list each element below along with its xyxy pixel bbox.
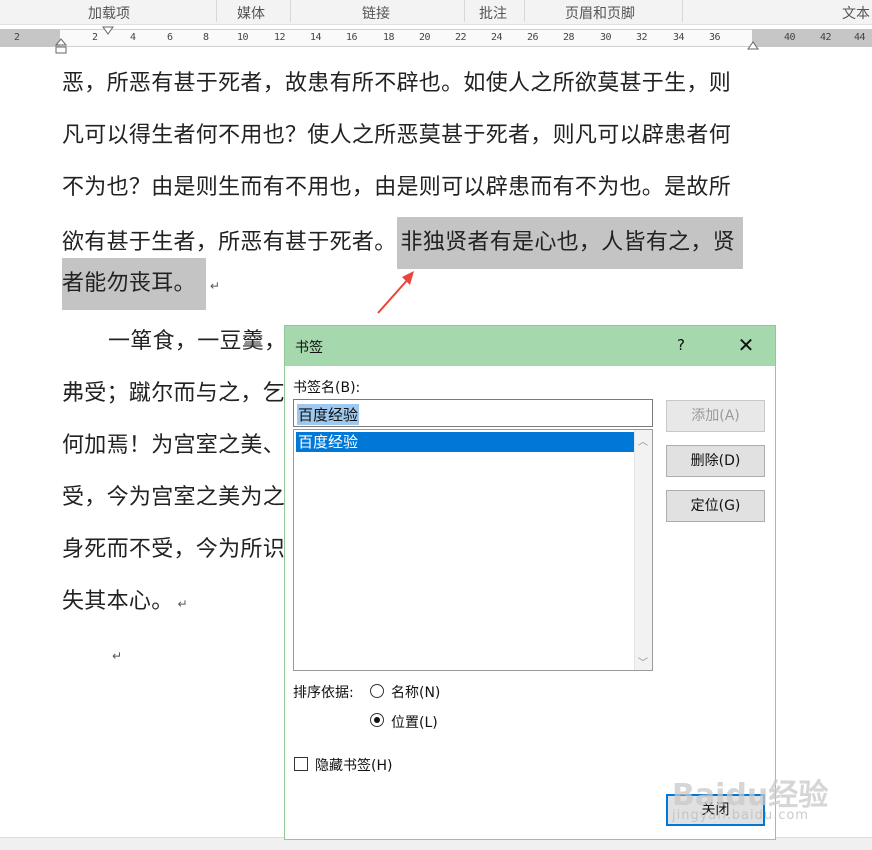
ruler-tick: 14 bbox=[310, 32, 322, 43]
bookmark-name-value: 百度经验 bbox=[297, 404, 360, 425]
sort-by-name-radio[interactable] bbox=[370, 684, 384, 698]
hidden-bookmarks-label[interactable]: 隐藏书签(H) bbox=[315, 755, 392, 775]
ruler-tick: 18 bbox=[383, 32, 395, 43]
bookmark-name-label: 书签名(B): bbox=[293, 380, 361, 396]
scroll-down-icon[interactable]: ﹀ bbox=[638, 654, 648, 669]
goto-button[interactable]: 定位(G) bbox=[666, 490, 765, 522]
horizontal-ruler[interactable]: 2 2 4 6 8 10 12 14 16 18 20 22 24 26 28 … bbox=[0, 25, 872, 57]
ribbon-group-comments: 批注 bbox=[479, 6, 507, 22]
ruler-tick: 24 bbox=[491, 32, 503, 43]
ribbon-group-header-footer: 页眉和页脚 bbox=[565, 6, 635, 22]
text-line: 弗受；蹴尔而与之，乞 bbox=[62, 381, 286, 406]
sort-by-location-radio[interactable] bbox=[370, 713, 384, 727]
dialog-title: 书签 bbox=[295, 340, 323, 356]
text-line: 者能勿丧耳。 ↵ bbox=[62, 258, 220, 310]
ruler-tick: 12 bbox=[274, 32, 286, 43]
bookmark-list[interactable]: 百度经验 ︿ ﹀ bbox=[293, 429, 653, 671]
ruler-tick: 40 bbox=[784, 32, 796, 43]
ribbon-group-media: 媒体 bbox=[237, 6, 265, 22]
ribbon-group-links: 链接 bbox=[362, 6, 390, 22]
list-scrollbar[interactable]: ︿ ﹀ bbox=[634, 430, 652, 670]
text-line: 恶，所恶有甚于死者，故患有所不辟也。如使人之所欲莫甚于生，则 bbox=[62, 71, 732, 96]
add-button[interactable]: 添加(A) bbox=[666, 400, 765, 432]
text-line: 受，今为宫室之美为之 bbox=[62, 485, 286, 510]
ribbon-group-addins: 加载项 bbox=[88, 6, 130, 22]
text-line: 何加焉！为宫室之美、 bbox=[62, 433, 286, 458]
bookmarked-text: 非独贤者有是心也，人皆有之，贤 bbox=[396, 217, 743, 269]
bookmarked-text: 者能勿丧耳。 bbox=[62, 258, 206, 310]
right-indent-marker-icon[interactable] bbox=[746, 39, 760, 51]
ruler-text-area bbox=[60, 29, 752, 47]
text-line: 身死而不受，今为所识 bbox=[62, 537, 286, 562]
ruler-tick: 36 bbox=[709, 32, 721, 43]
first-line-indent-marker-icon[interactable] bbox=[101, 25, 115, 37]
ruler-tick: 30 bbox=[600, 32, 612, 43]
text-line: 不为也？由是则生而有不用也，由是则可以辟患而有不为也。是故所 bbox=[62, 175, 732, 200]
ruler-tick: 6 bbox=[167, 32, 173, 43]
ruler-tick: 2 bbox=[14, 32, 20, 43]
sort-by-name-label[interactable]: 名称(N) bbox=[391, 682, 440, 702]
ruler-tick: 4 bbox=[130, 32, 136, 43]
text-line: 凡可以得生者何不用也？使人之所恶莫甚于死者，则凡可以辟患者何 bbox=[62, 123, 732, 148]
text-line: 欲有甚于生者，所恶有甚于死者。 非独贤者有是心也，人皆有之，贤 bbox=[62, 217, 743, 269]
ruler-tick: 26 bbox=[527, 32, 539, 43]
sort-by-label: 排序依据: bbox=[293, 685, 354, 701]
ruler-tick: 16 bbox=[346, 32, 358, 43]
ruler-tick: 20 bbox=[419, 32, 431, 43]
annotation-arrow-icon bbox=[377, 271, 414, 314]
dialog-title-bar[interactable]: 书签 ? ✕ bbox=[285, 326, 775, 366]
bookmark-name-input[interactable]: 百度经验 bbox=[293, 399, 653, 427]
baidu-watermark-url: jingyan.baidu.com bbox=[672, 808, 809, 823]
text-line: 一箪食，一豆羹， bbox=[108, 329, 287, 354]
close-icon[interactable]: ✕ bbox=[733, 332, 759, 358]
ribbon-group-labels: 加载项 媒体 链接 批注 页眉和页脚 文本 bbox=[0, 0, 872, 25]
delete-button[interactable]: 删除(D) bbox=[666, 445, 765, 477]
help-button[interactable]: ? bbox=[677, 336, 685, 354]
list-item[interactable]: 百度经验 bbox=[296, 432, 634, 452]
ruler-tick: 44 bbox=[854, 32, 866, 43]
ribbon-group-text: 文本 bbox=[842, 6, 870, 22]
left-indent-marker-icon[interactable] bbox=[54, 37, 68, 57]
ruler-tick: 8 bbox=[203, 32, 209, 43]
hidden-bookmarks-checkbox[interactable] bbox=[294, 757, 308, 771]
ruler-tick: 22 bbox=[455, 32, 467, 43]
ruler-tick: 10 bbox=[237, 32, 249, 43]
ruler-tick: 34 bbox=[673, 32, 685, 43]
sort-by-location-label[interactable]: 位置(L) bbox=[391, 712, 438, 732]
bookmark-dialog: 书签 ? ✕ 书签名(B): 百度经验 百度经验 ︿ ﹀ 添加(A) 删除(D)… bbox=[284, 325, 776, 840]
ruler-left-margin bbox=[0, 29, 60, 47]
scroll-up-icon[interactable]: ︿ bbox=[638, 433, 648, 448]
ruler-tick: 32 bbox=[636, 32, 648, 43]
ruler-tick: 2 bbox=[92, 32, 98, 43]
empty-paragraph: ↵ bbox=[112, 649, 123, 663]
ruler-tick: 28 bbox=[563, 32, 575, 43]
text-line: 失其本心。 ↵ bbox=[62, 589, 188, 614]
ruler-tick: 42 bbox=[820, 32, 832, 43]
